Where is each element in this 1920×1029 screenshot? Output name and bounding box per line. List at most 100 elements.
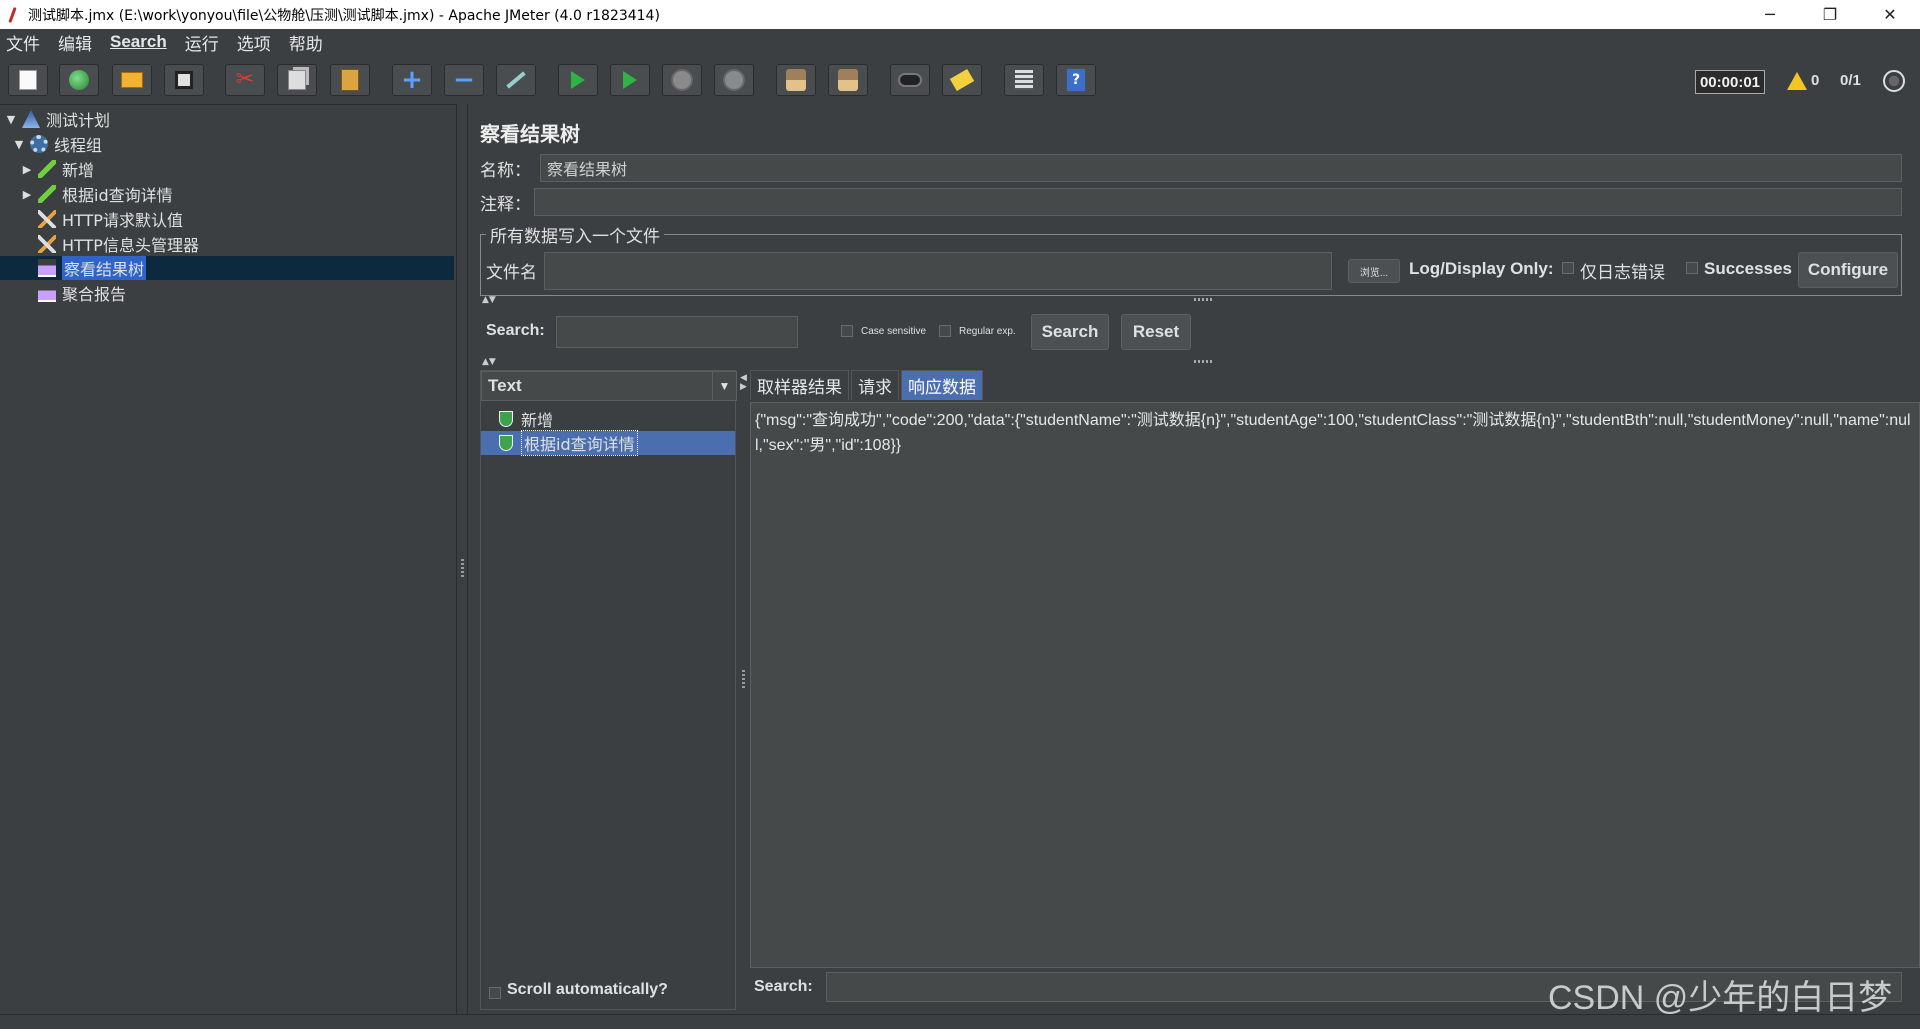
tab-sampler-result[interactable]: 取样器结果 [750, 370, 849, 400]
new-button[interactable] [8, 64, 48, 96]
collapse-arrows-icon[interactable]: ◀ ▶ [740, 374, 747, 392]
warning-icon[interactable] [1787, 72, 1807, 90]
help-icon: ? [1067, 69, 1085, 91]
regex-checkbox[interactable] [939, 325, 951, 337]
window-title: 测试脚本.jmx (E:\work\yonyou\file\公物舱\压测\测试脚… [28, 7, 660, 24]
start-no-pauses-button[interactable] [610, 64, 650, 96]
listener-icon [38, 259, 56, 277]
config-element-icon [38, 210, 56, 228]
save-icon [175, 71, 193, 89]
filename-label: 文件名 [486, 263, 537, 283]
menu-search[interactable]: Search [110, 32, 167, 52]
response-body[interactable]: {"msg":"查询成功","code":200,"data":{"studen… [750, 402, 1920, 968]
tree-item-thread-group[interactable]: ▼ 线程组 [12, 132, 102, 156]
renderer-value: Text [488, 376, 522, 395]
shutdown-button[interactable] [714, 64, 754, 96]
errors-only-checkbox[interactable] [1562, 262, 1574, 274]
dropdown-arrow-icon[interactable]: ▼ [712, 372, 736, 400]
clear-button[interactable] [776, 64, 816, 96]
log-display-label: Log/Display Only: [1409, 259, 1554, 278]
menu-help[interactable]: 帮助 [289, 30, 323, 55]
tab-request[interactable]: 请求 [851, 370, 899, 400]
toggle-button[interactable] [496, 64, 536, 96]
renderer-select[interactable]: Text ▼ [481, 371, 737, 401]
tree-item-aggregate-report[interactable]: 聚合报告 [20, 281, 126, 305]
search-label: Search: [486, 322, 545, 339]
function-helper-button[interactable] [1004, 64, 1044, 96]
collapse-arrows-icon: ▲▼ [482, 295, 496, 305]
stop-button[interactable] [662, 64, 702, 96]
name-label: 名称： [480, 161, 531, 181]
top-split-handle[interactable]: ▲▼ [482, 295, 1902, 305]
case-sensitive-checkbox[interactable] [841, 325, 853, 337]
close-button[interactable]: ✕ [1860, 0, 1920, 29]
cut-icon: ✂ [235, 67, 255, 92]
collapse-all-button[interactable]: − [444, 64, 484, 96]
search-input[interactable] [556, 316, 798, 348]
expanded-arrow-icon[interactable]: ▼ [4, 113, 18, 126]
clear-all-button[interactable] [828, 64, 868, 96]
status-bar [0, 1014, 1920, 1029]
tree-item-view-results-tree[interactable]: 察看结果树 [0, 256, 454, 280]
minimize-button[interactable]: ─ [1740, 0, 1800, 29]
tree-item-sampler-add[interactable]: ▶ 新增 [20, 157, 94, 181]
comment-field[interactable] [534, 188, 1902, 216]
shutdown-icon [723, 69, 745, 91]
expand-all-button[interactable]: + [392, 64, 432, 96]
result-item-add[interactable]: 新增 [481, 407, 735, 431]
result-item-query[interactable]: 根据id查询详情 [481, 430, 735, 456]
tree-item-sampler-query[interactable]: ▶ 根据id查询详情 [20, 182, 173, 206]
collapsed-arrow-icon[interactable]: ▶ [20, 188, 34, 201]
tree-item-label: HTTP信息头管理器 [62, 236, 199, 255]
panel-title: 察看结果树 [480, 122, 580, 146]
configure-button[interactable]: Configure [1798, 252, 1898, 288]
tab-response-data[interactable]: 响应数据 [901, 370, 983, 400]
collapse-icon: − [453, 65, 475, 95]
cut-button[interactable]: ✂ [225, 64, 265, 96]
name-field[interactable]: 察看结果树 [540, 154, 1902, 182]
search-icon [898, 73, 922, 87]
collapse-arrows-icon: ▲▼ [482, 357, 496, 367]
tree-item-label: 聚合报告 [62, 285, 127, 304]
middle-split-handle[interactable]: ▲▼ [482, 357, 1902, 367]
split-grip-icon [742, 670, 745, 688]
filename-input[interactable] [544, 252, 1332, 290]
start-button[interactable] [558, 64, 598, 96]
start-icon [571, 71, 585, 89]
expanded-arrow-icon[interactable]: ▼ [12, 138, 26, 151]
scroll-auto-checkbox[interactable] [489, 987, 501, 999]
search-button[interactable] [890, 64, 930, 96]
paste-icon [341, 69, 359, 91]
save-button[interactable] [164, 64, 204, 96]
main-split-divider[interactable] [456, 104, 468, 1014]
window-controls: ─ ❐ ✕ [1740, 0, 1920, 29]
result-item-label: 新增 [521, 411, 554, 430]
reset-search-icon [949, 68, 975, 92]
maximize-button[interactable]: ❐ [1800, 0, 1860, 29]
case-sensitive-label: Case sensitive [861, 326, 927, 337]
reset-search-button[interactable] [942, 64, 982, 96]
search-results-button[interactable]: Search [1031, 314, 1109, 350]
reset-button[interactable]: Reset [1121, 314, 1191, 350]
menu-edit[interactable]: 编辑 [58, 30, 92, 55]
stop-icon [671, 69, 693, 91]
function-helper-icon [1015, 70, 1033, 90]
open-button[interactable] [112, 64, 152, 96]
collapsed-arrow-icon[interactable]: ▶ [20, 163, 34, 176]
tree-item-header-manager[interactable]: HTTP信息头管理器 [20, 232, 199, 256]
paste-button[interactable] [330, 64, 370, 96]
templates-button[interactable] [59, 64, 99, 96]
successes-checkbox[interactable] [1686, 262, 1698, 274]
view-results-tree-panel: 察看结果树 名称： 察看结果树 注释： 所有数据写入一个文件 文件名 浏览...… [468, 104, 1920, 1014]
copy-button[interactable] [277, 64, 317, 96]
menu-options[interactable]: 选项 [237, 30, 271, 55]
test-plan-icon [22, 110, 40, 128]
results-split-divider[interactable]: ◀ ▶ [738, 370, 750, 1010]
browse-button[interactable]: 浏览... [1348, 259, 1400, 283]
help-button[interactable]: ? [1056, 64, 1096, 96]
menu-file[interactable]: 文件 [6, 30, 40, 55]
tree-item-http-defaults[interactable]: HTTP请求默认值 [20, 207, 183, 231]
clear-icon [786, 69, 806, 91]
menu-run[interactable]: 运行 [185, 30, 219, 55]
tree-item-test-plan[interactable]: ▼ 测试计划 [4, 107, 110, 131]
